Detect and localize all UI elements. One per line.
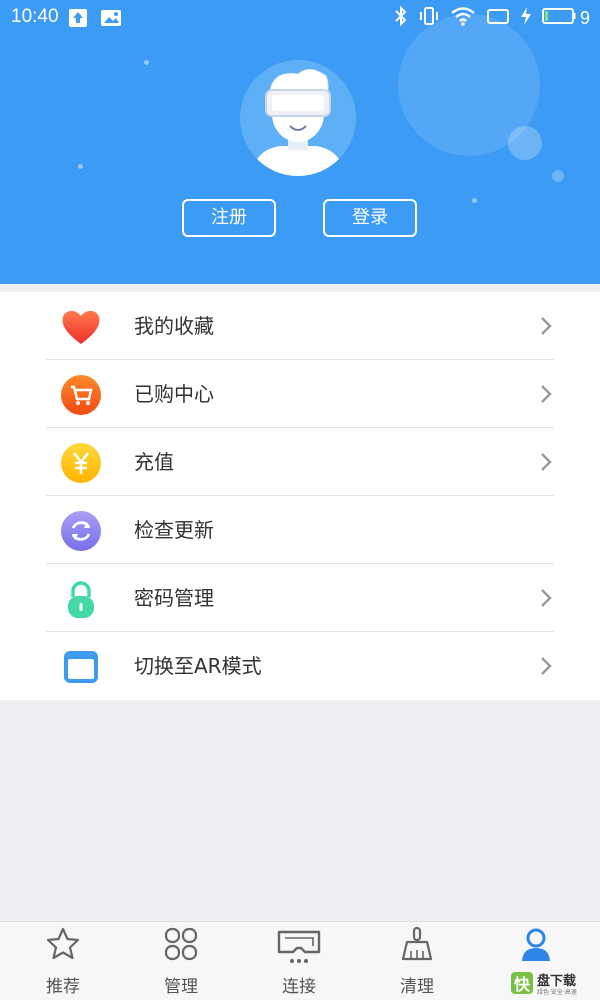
- svg-text:盘下载: 盘下载: [537, 973, 576, 989]
- grid-icon: [163, 926, 199, 962]
- yuan-coin-icon: [60, 442, 102, 484]
- menu-label: 切换至AR模式: [134, 654, 262, 678]
- decor-dot: [552, 170, 564, 182]
- status-bar: 10:40 9: [0, 0, 600, 36]
- broom-icon: [399, 926, 435, 962]
- decor-dot: [144, 60, 149, 65]
- menu-item-check-update[interactable]: 检查更新: [46, 496, 554, 564]
- chevron-right-icon: [540, 656, 552, 676]
- decor-bubble-small: [508, 126, 542, 160]
- star-icon: [45, 926, 81, 962]
- nav-label: 连接: [282, 977, 316, 997]
- menu-label: 检查更新: [134, 518, 214, 542]
- nav-label: 推荐: [46, 977, 80, 997]
- screen-icon: [486, 6, 510, 30]
- bluetooth-icon: [394, 5, 408, 31]
- nav-label: 清理: [400, 977, 434, 997]
- heart-icon: [60, 306, 102, 348]
- upload-icon: [68, 8, 88, 32]
- menu-item-ar-mode[interactable]: 切换至AR模式: [46, 632, 554, 700]
- menu-item-purchased[interactable]: 已购中心: [46, 360, 554, 428]
- svg-text:绿色·安全·高速: 绿色·安全·高速: [537, 988, 577, 996]
- nav-item-manage[interactable]: 管理: [121, 922, 241, 1000]
- nav-label: 管理: [164, 977, 198, 997]
- menu-label: 密码管理: [134, 586, 214, 610]
- menu-item-recharge[interactable]: 充值: [46, 428, 554, 496]
- chevron-right-icon: [540, 384, 552, 404]
- wifi-icon: [450, 5, 476, 31]
- nav-item-connect[interactable]: 连接: [239, 922, 359, 1000]
- chevron-right-icon: [540, 316, 552, 336]
- vr-headset-icon: [275, 926, 323, 963]
- vr-user-avatar-icon: [252, 69, 344, 176]
- battery-level: 9: [579, 7, 590, 28]
- menu-label: 我的收藏: [134, 314, 214, 338]
- login-button[interactable]: 登录: [323, 199, 417, 237]
- menu-label: 已购中心: [134, 382, 214, 406]
- image-icon: [100, 8, 122, 32]
- battery-icon: [541, 7, 576, 29]
- settings-menu: 我的收藏 已购中心 充值 检查更新 密码管理 切换至AR模式: [0, 292, 600, 700]
- lock-icon: [60, 578, 102, 620]
- decor-dot: [78, 164, 83, 169]
- refresh-icon: [60, 510, 102, 552]
- register-button[interactable]: 注册: [182, 199, 276, 237]
- watermark-logo: 快 盘下载 绿色·安全·高速: [510, 970, 596, 996]
- cart-icon: [60, 374, 102, 416]
- decor-dot: [472, 198, 477, 203]
- user-icon: [518, 926, 554, 962]
- charging-icon: [520, 6, 532, 30]
- nav-item-recommend[interactable]: 推荐: [3, 922, 123, 1000]
- window-icon: [60, 646, 102, 688]
- vibrate-icon: [418, 5, 440, 31]
- menu-item-favorites[interactable]: 我的收藏: [46, 292, 554, 360]
- menu-label: 充值: [134, 450, 174, 474]
- profile-header: 10:40 9 注册 登录: [0, 0, 600, 284]
- chevron-right-icon: [540, 588, 552, 608]
- menu-item-password[interactable]: 密码管理: [46, 564, 554, 632]
- status-time: 10:40: [11, 6, 59, 27]
- avatar[interactable]: [240, 60, 356, 176]
- nav-item-clean[interactable]: 清理: [357, 922, 477, 1000]
- svg-text:快: 快: [514, 975, 531, 994]
- chevron-right-icon: [540, 452, 552, 472]
